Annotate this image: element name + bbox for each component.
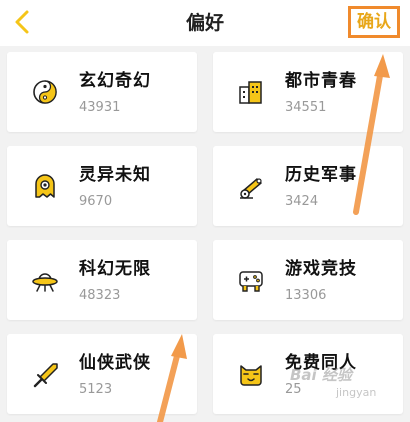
category-card-dushi[interactable]: 都市青春 34551	[213, 52, 403, 132]
ufo-icon	[32, 273, 58, 292]
confirm-button[interactable]: 确认	[348, 6, 400, 38]
category-card-lingyi[interactable]: 灵异未知 9670	[7, 146, 197, 226]
category-count: 43931	[79, 100, 121, 115]
category-card-youxi[interactable]: 游戏竞技 13306	[213, 240, 403, 320]
cannon-icon	[240, 178, 262, 199]
category-count: 34551	[285, 100, 327, 115]
category-card-kehuan[interactable]: 科幻无限 48323	[7, 240, 197, 320]
gamepad-icon	[239, 271, 263, 292]
category-count: 9670	[79, 194, 113, 209]
yin-yang-icon	[33, 80, 57, 104]
watermark-sub: jingyan	[336, 386, 377, 399]
chevron-left-icon	[15, 10, 29, 34]
sword-icon	[33, 363, 58, 388]
category-card-xuanhuan[interactable]: 玄幻奇幻 43931	[7, 52, 197, 132]
ghost-icon	[35, 174, 55, 198]
category-count: 5123	[79, 382, 113, 397]
category-card-xianxia[interactable]: 仙侠武侠 5123	[7, 334, 197, 414]
category-name: 仙侠武侠	[79, 353, 151, 373]
top-bar: 偏好 确认	[0, 0, 410, 46]
category-count: 48323	[79, 288, 121, 303]
category-name: 玄幻奇幻	[79, 71, 151, 91]
city-building-icon	[239, 81, 262, 104]
category-name: 科幻无限	[79, 259, 151, 279]
cat-face-icon	[240, 365, 262, 386]
back-button[interactable]	[10, 8, 36, 36]
category-card-lishi[interactable]: 历史军事 3424	[213, 146, 403, 226]
category-name: 都市青春	[285, 71, 357, 91]
category-name: 历史军事	[285, 165, 357, 185]
watermark-logo: Bai 经验	[290, 366, 352, 384]
category-name: 灵异未知	[79, 165, 151, 185]
category-count: 13306	[285, 288, 327, 303]
category-count: 3424	[285, 194, 319, 209]
category-name: 游戏竞技	[285, 259, 357, 279]
